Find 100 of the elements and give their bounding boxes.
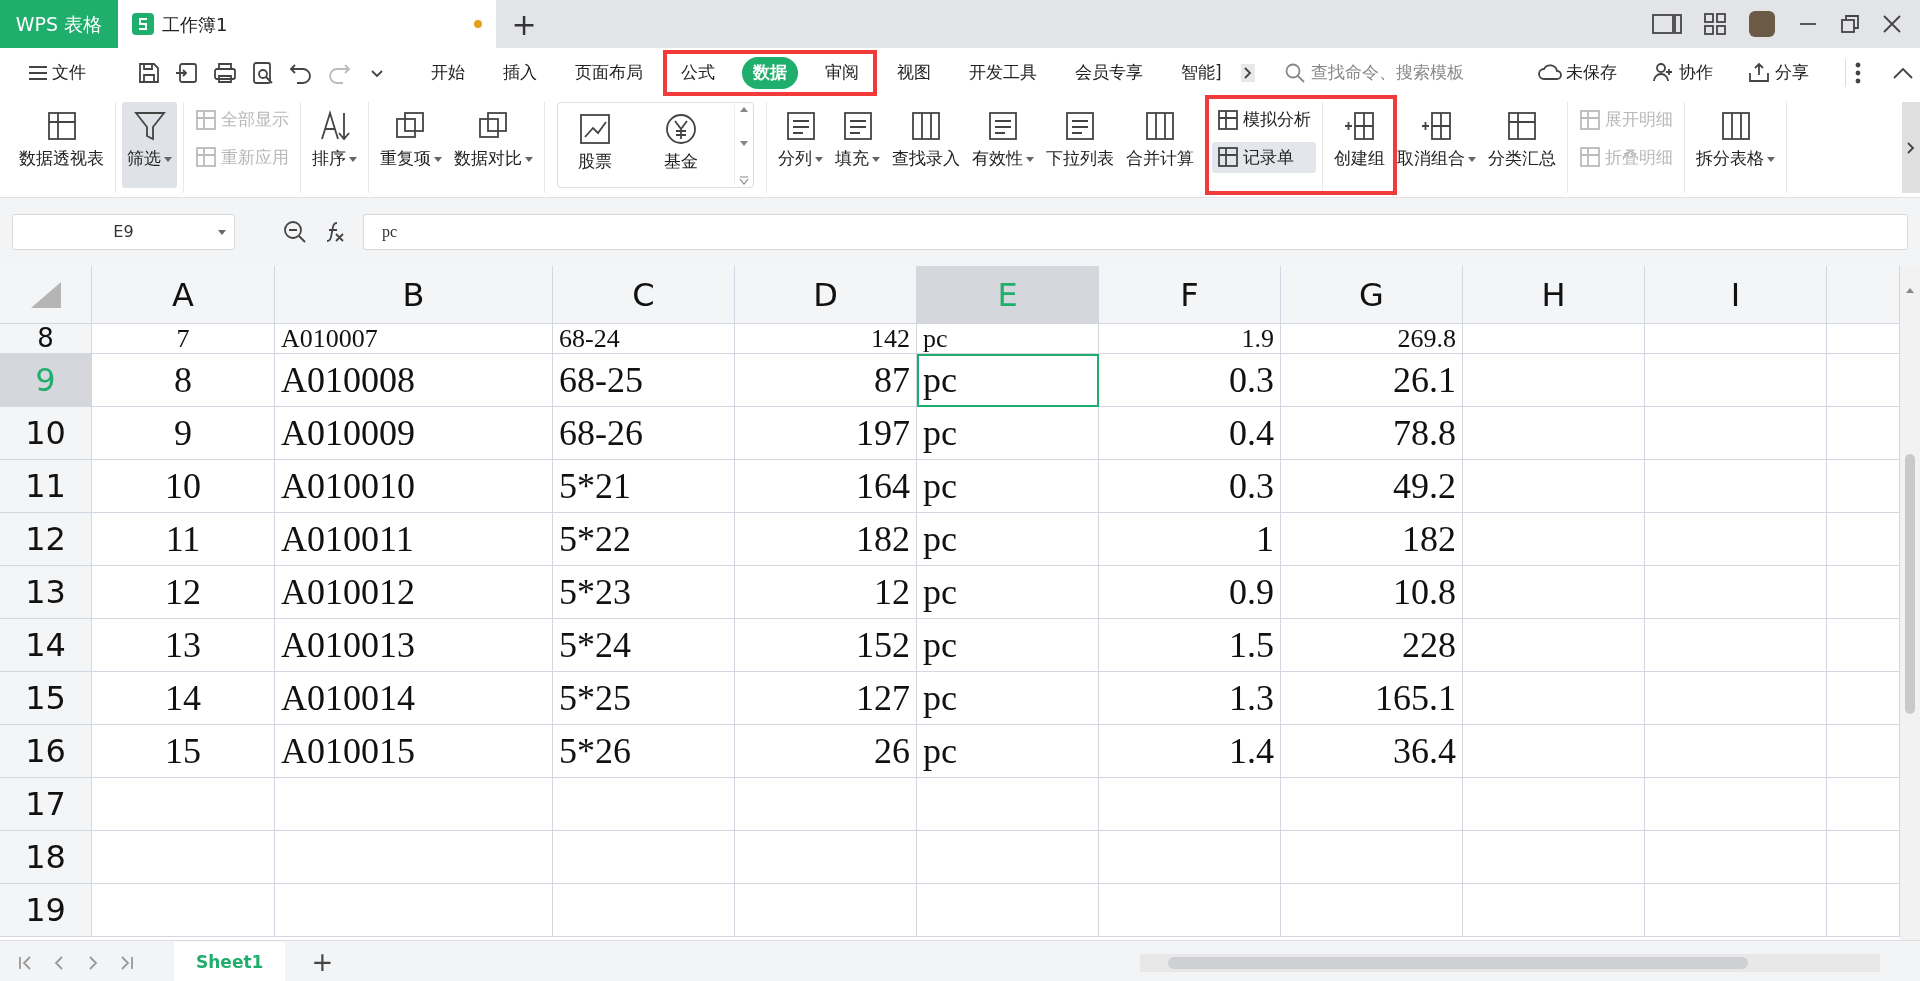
table-cell: A010014 (275, 672, 553, 725)
ribbon-tab[interactable]: 会员专享 (1064, 57, 1154, 89)
undo-icon[interactable] (289, 61, 313, 85)
table-cell: 36.4 (1281, 725, 1463, 778)
ribbon-button[interactable]: 有效性 (967, 102, 1039, 188)
share-icon (1746, 61, 1771, 85)
toolbar-action-button[interactable]: 协作 (1644, 59, 1719, 87)
column-header[interactable]: D (735, 266, 917, 324)
table-cell: pc (917, 460, 1099, 513)
more-options-icon[interactable] (1853, 62, 1862, 84)
search-icon (1284, 63, 1305, 83)
toolbar-action-button[interactable]: 分享 (1740, 59, 1815, 87)
row-header[interactable]: 8 (0, 324, 92, 354)
last-sheet-icon[interactable] (120, 954, 134, 971)
menu-icon (28, 65, 48, 81)
tablet-mode-icon[interactable] (1652, 13, 1682, 35)
row-header[interactable]: 19 (0, 884, 92, 937)
collapse-ribbon-icon[interactable] (1891, 66, 1914, 80)
table-cell: 1.5 (1099, 619, 1281, 672)
avatar-icon[interactable] (1748, 10, 1776, 38)
ribbon-button[interactable]: 创建组 (1329, 102, 1390, 188)
name-box[interactable]: E9 (12, 214, 235, 250)
table-cell: 152 (735, 619, 917, 672)
ribbon-tab[interactable]: 开始 (420, 57, 476, 89)
scroll-up-icon[interactable] (739, 105, 749, 113)
row-header[interactable]: 16 (0, 725, 92, 778)
dropdown-caret-icon[interactable] (218, 230, 226, 235)
table-cell: A010011 (275, 513, 553, 566)
row-header[interactable]: 12 (0, 513, 92, 566)
scroll-up-icon[interactable] (1905, 286, 1915, 294)
ribbon-button[interactable]: 数据对比 (449, 102, 538, 188)
ribbon-button[interactable]: 取消组合 (1392, 102, 1481, 188)
table-cell: 5*26 (553, 725, 735, 778)
ribbon-tab[interactable]: 公式 (670, 57, 726, 89)
close-icon[interactable] (1882, 14, 1902, 34)
ribbon-tab[interactable]: 审阅 (814, 57, 870, 89)
column-header[interactable]: G (1281, 266, 1463, 324)
ribbon-button[interactable]: 筛选 (122, 102, 177, 188)
file-menu-button[interactable]: 文件 (22, 59, 92, 87)
toolbar-action-button[interactable]: 未保存 (1531, 59, 1623, 87)
column-header[interactable]: C (553, 266, 735, 324)
chevron-right-icon[interactable] (1240, 64, 1255, 82)
row-header[interactable]: 10 (0, 407, 92, 460)
ribbon-tab[interactable]: 开发工具 (958, 57, 1048, 89)
ribbon-tab[interactable]: 视图 (886, 57, 942, 89)
document-tab[interactable]: 工作簿1 (118, 0, 496, 48)
ribbon-button[interactable]: 查找录入 (887, 102, 965, 188)
ribbon-button[interactable]: 拆分表格 (1691, 102, 1780, 188)
row-header[interactable]: 11 (0, 460, 92, 513)
ribbon-button[interactable]: 模拟分析 (1212, 104, 1316, 136)
gallery-item[interactable]: 基金 (648, 105, 714, 191)
ribbon-tab[interactable]: 插入 (492, 57, 548, 89)
apps-grid-icon[interactable] (1704, 13, 1726, 35)
gallery-item[interactable]: 股票 (562, 105, 628, 191)
export-icon[interactable] (175, 61, 199, 85)
print-preview-icon[interactable] (251, 61, 275, 85)
ribbon-button[interactable]: 分列 (773, 102, 828, 188)
column-header[interactable]: I (1645, 266, 1827, 324)
table-icon (1579, 108, 1601, 131)
chevron-right-icon[interactable] (1906, 140, 1916, 155)
table-cell: 127 (735, 672, 917, 725)
table-cell: 7 (92, 324, 275, 354)
restore-icon[interactable] (1840, 14, 1860, 34)
ribbon-button[interactable]: 填充 (830, 102, 885, 188)
row-header[interactable]: 13 (0, 566, 92, 619)
ribbon-button[interactable]: 下拉列表 (1041, 102, 1119, 188)
table-cell: 0.4 (1099, 407, 1281, 460)
zoom-icon[interactable] (283, 220, 307, 244)
table-cell: 1.4 (1099, 725, 1281, 778)
row-header[interactable]: 14 (0, 619, 92, 672)
ribbon-button[interactable]: 排序 (307, 102, 362, 188)
new-tab-button[interactable]: + (496, 0, 552, 48)
row-header[interactable]: 15 (0, 672, 92, 725)
next-sheet-icon[interactable] (86, 954, 100, 971)
horizontal-scrollbar[interactable] (1140, 953, 1880, 972)
formula-field[interactable]: pc (363, 214, 1908, 250)
row-header[interactable]: 18 (0, 831, 92, 884)
column-header[interactable]: H (1463, 266, 1645, 324)
vertical-scrollbar-thumb[interactable] (1905, 454, 1915, 714)
column-header[interactable]: B (275, 266, 553, 324)
ribbon-button[interactable]: 合并计算 (1121, 102, 1199, 188)
table-cell: 5*23 (553, 566, 735, 619)
ribbon-button[interactable]: 记录单 (1212, 141, 1316, 173)
search-field[interactable]: 查找命令、搜索模板 (1284, 59, 1532, 87)
ribbon-tab[interactable]: 智能] (1170, 57, 1233, 89)
first-sheet-icon[interactable] (18, 954, 32, 971)
print-icon[interactable] (213, 61, 237, 85)
column-header[interactable]: F (1099, 266, 1281, 324)
row-header[interactable]: 17 (0, 778, 92, 831)
scroll-down-icon[interactable] (739, 140, 749, 148)
column-header[interactable]: A (92, 266, 275, 324)
save-icon[interactable] (137, 61, 161, 85)
previous-sheet-icon[interactable] (52, 954, 66, 971)
table-cell: 1.9 (1099, 324, 1281, 354)
ribbon-button[interactable]: 数据透视表 (14, 102, 109, 188)
ribbon-button[interactable]: 重复项 (375, 102, 447, 188)
ribbon-tab[interactable]: 页面布局 (564, 57, 654, 89)
expand-gallery-icon[interactable] (739, 175, 749, 185)
add-sheet-button[interactable]: + (305, 943, 340, 981)
ribbon-button[interactable]: 分类汇总 (1483, 102, 1561, 188)
